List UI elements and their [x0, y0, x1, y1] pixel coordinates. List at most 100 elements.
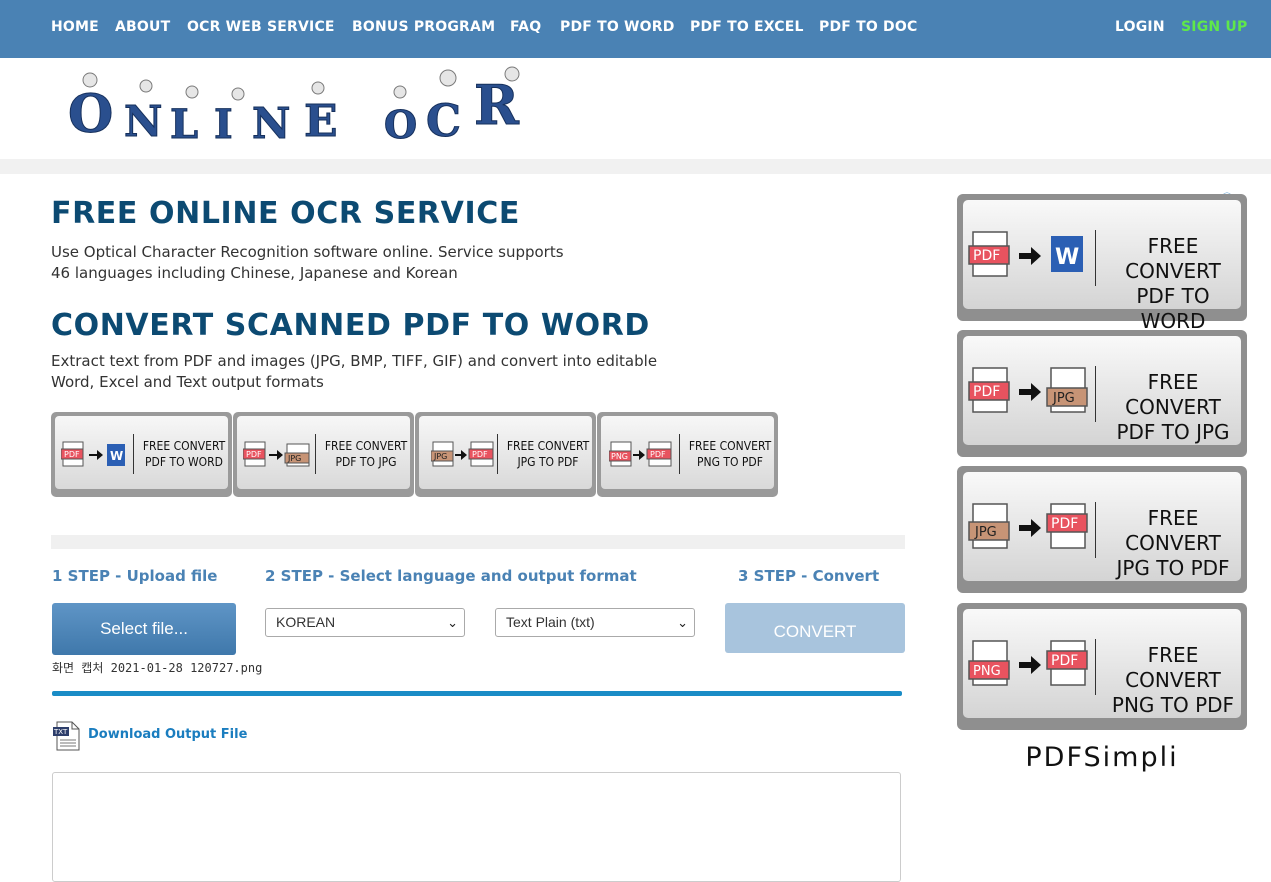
logo-figure-head — [82, 72, 98, 88]
pdf-to-word-icon: PDF W — [968, 231, 1083, 277]
nav-pdf-to-excel[interactable]: PDF TO EXCEL — [690, 19, 804, 35]
svg-text:W: W — [1055, 245, 1079, 270]
svg-text:PNG: PNG — [973, 664, 1001, 679]
ad-panel: PDF JPG FREE CONVERT PDF TO JPG — [237, 416, 410, 489]
jpg-to-pdf-icon: JPG PDF — [431, 441, 494, 467]
ad-line1: FREE CONVERT — [1125, 234, 1221, 283]
ad-pdf-to-jpg[interactable]: PDF JPG FREE CONVERT PDF TO JPG — [233, 412, 414, 497]
ad-line2: JPG TO PDF — [1116, 556, 1230, 580]
download-output-link[interactable]: Download Output File — [88, 727, 247, 742]
upload-progress-bar — [52, 691, 902, 696]
ad-jpg-to-pdf[interactable]: JPG PDF FREE CONVERT JPG TO PDF — [415, 412, 596, 497]
svg-text:PDF: PDF — [973, 248, 1000, 264]
png-to-pdf-icon: PNG PDF — [609, 441, 672, 467]
svg-text:JPG: JPG — [287, 454, 301, 463]
logo-letter-l: L — [170, 101, 198, 148]
svg-text:PDF: PDF — [1051, 516, 1078, 532]
ad-brand-logo[interactable]: PDFSimpli — [957, 742, 1247, 773]
nav-bonus-program[interactable]: BONUS PROGRAM — [352, 19, 495, 35]
ad-panel: PDF JPG FREE CONVERT PDF TO JPG — [963, 336, 1241, 445]
nav-pdf-to-word[interactable]: PDF TO WORD — [560, 19, 675, 35]
section-title: CONVERT SCANNED PDF TO WORD — [51, 308, 650, 343]
ad-label: FREE CONVERT PNG TO PDF — [1103, 643, 1243, 718]
svg-text:PDF: PDF — [246, 450, 262, 459]
logo-letter-r: R — [474, 73, 520, 137]
output-format-value: Text Plain (txt) — [506, 614, 595, 630]
language-select[interactable]: KOREAN ⌄ — [265, 608, 465, 637]
nav-faq[interactable]: FAQ — [510, 19, 541, 35]
logo-letter-e: E — [304, 96, 338, 147]
ad-label: FREE CONVERT PDF TO WORD — [1103, 234, 1243, 334]
ad-panel: JPG PDF FREE CONVERT JPG TO PDF — [419, 416, 592, 489]
ad-line2: PDF TO WORD — [1136, 284, 1210, 333]
pdf-to-jpg-icon: PDF JPG — [968, 367, 1088, 413]
step-select-label: 2 STEP - Select language and output form… — [265, 567, 637, 585]
output-format-select[interactable]: Text Plain (txt) ⌄ — [495, 608, 695, 637]
select-file-button[interactable]: Select file... — [52, 603, 236, 655]
ad-divider — [679, 434, 680, 474]
logo-figure-head — [504, 66, 520, 82]
ad-divider — [1095, 639, 1096, 695]
pdf-to-jpg-icon: PDF JPG — [243, 441, 310, 467]
ad-divider — [1095, 230, 1096, 286]
intro-line-2: 46 languages including Chinese, Japanese… — [51, 264, 458, 282]
nav-ocr-web-service[interactable]: OCR WEB SERVICE — [187, 19, 335, 35]
svg-text:PNG: PNG — [611, 452, 628, 461]
ad-panel: PNG PDF FREE CONVERT PNG TO PDF — [963, 609, 1241, 718]
ad-label: FREE CONVERT PDF TO JPG — [1103, 370, 1243, 445]
output-text-area[interactable] — [52, 772, 901, 882]
svg-text:JPG: JPG — [1052, 391, 1075, 406]
ad-line1: FREE CONVERT — [1125, 370, 1221, 419]
svg-text:PDF: PDF — [973, 384, 1000, 400]
ad-line1: FREE CONVERT — [1125, 643, 1221, 692]
nav-signup[interactable]: SIGN UP — [1181, 19, 1247, 35]
ad-divider — [1095, 502, 1096, 558]
ad-png-to-pdf[interactable]: PNG PDF FREE CONVERT PNG TO PDF — [597, 412, 778, 497]
intro-line-1: Use Optical Character Recognition softwa… — [51, 243, 564, 261]
section-line-2: Word, Excel and Text output formats — [51, 373, 324, 391]
nav-home[interactable]: HOME — [51, 19, 99, 35]
logo-letter-n2: N — [252, 99, 290, 148]
svg-text:W: W — [110, 449, 123, 463]
jpg-to-pdf-icon: JPG PDF — [968, 503, 1088, 549]
txt-file-icon[interactable]: TXT — [53, 721, 81, 751]
logo-figure-head — [439, 69, 457, 87]
svg-text:JPG: JPG — [433, 452, 447, 461]
ad-line1: FREE CONVERT — [506, 439, 590, 453]
ad-label: FREE CONVERT JPG TO PDF — [1103, 506, 1243, 581]
logo-figure-head — [393, 85, 407, 99]
logo-figure-head — [231, 87, 245, 101]
ad-line1: FREE CONVERT — [142, 439, 226, 453]
ad-panel: PDF W FREE CONVERT PDF TO WORD — [55, 416, 228, 489]
logo-figure-head — [185, 85, 199, 99]
ad-pdf-to-word[interactable]: PDF W FREE CONVERT PDF TO WORD — [51, 412, 232, 497]
pdf-to-word-icon: PDF W — [61, 441, 125, 467]
step-upload-label: 1 STEP - Upload file — [52, 567, 218, 585]
convert-button[interactable]: CONVERT — [725, 603, 905, 653]
ad-right-pdf-to-word[interactable]: PDF W FREE CONVERT PDF TO WORD — [957, 194, 1247, 333]
language-select-value: KOREAN — [276, 614, 336, 630]
nav-login[interactable]: LOGIN — [1115, 19, 1165, 35]
online-ocr-logo[interactable]: O N L I N E O C R — [66, 64, 528, 148]
ad-divider — [1095, 366, 1096, 422]
steps-divider — [51, 535, 905, 549]
ad-divider — [133, 434, 134, 474]
section-text: Extract text from PDF and images (JPG, B… — [51, 351, 691, 393]
ad-line1: FREE CONVERT — [1125, 506, 1221, 555]
svg-text:JPG: JPG — [974, 525, 997, 540]
ad-right-pdf-to-jpg[interactable]: PDF JPG FREE CONVERT PDF TO JPG — [957, 330, 1247, 457]
ad-line2: PDF TO JPG — [335, 455, 397, 469]
ad-line2: PDF TO JPG — [1116, 420, 1230, 444]
section-line-1: Extract text from PDF and images (JPG, B… — [51, 352, 658, 370]
png-to-pdf-icon: PNG PDF — [968, 640, 1088, 686]
ad-line1: FREE CONVERT — [688, 439, 772, 453]
nav-about[interactable]: ABOUT — [115, 19, 170, 35]
ad-right-jpg-to-pdf[interactable]: JPG PDF FREE CONVERT JPG TO PDF — [957, 466, 1247, 593]
chevron-down-icon: ⌄ — [447, 615, 458, 630]
ad-right-png-to-pdf[interactable]: PNG PDF FREE CONVERT PNG TO PDF — [957, 603, 1247, 730]
nav-pdf-to-doc[interactable]: PDF TO DOC — [819, 19, 917, 35]
logo-letter-i: I — [214, 101, 233, 148]
logo-letter-o2: O — [384, 102, 417, 147]
ad-line1: FREE CONVERT — [324, 439, 408, 453]
logo-letter-c: C — [426, 96, 461, 147]
